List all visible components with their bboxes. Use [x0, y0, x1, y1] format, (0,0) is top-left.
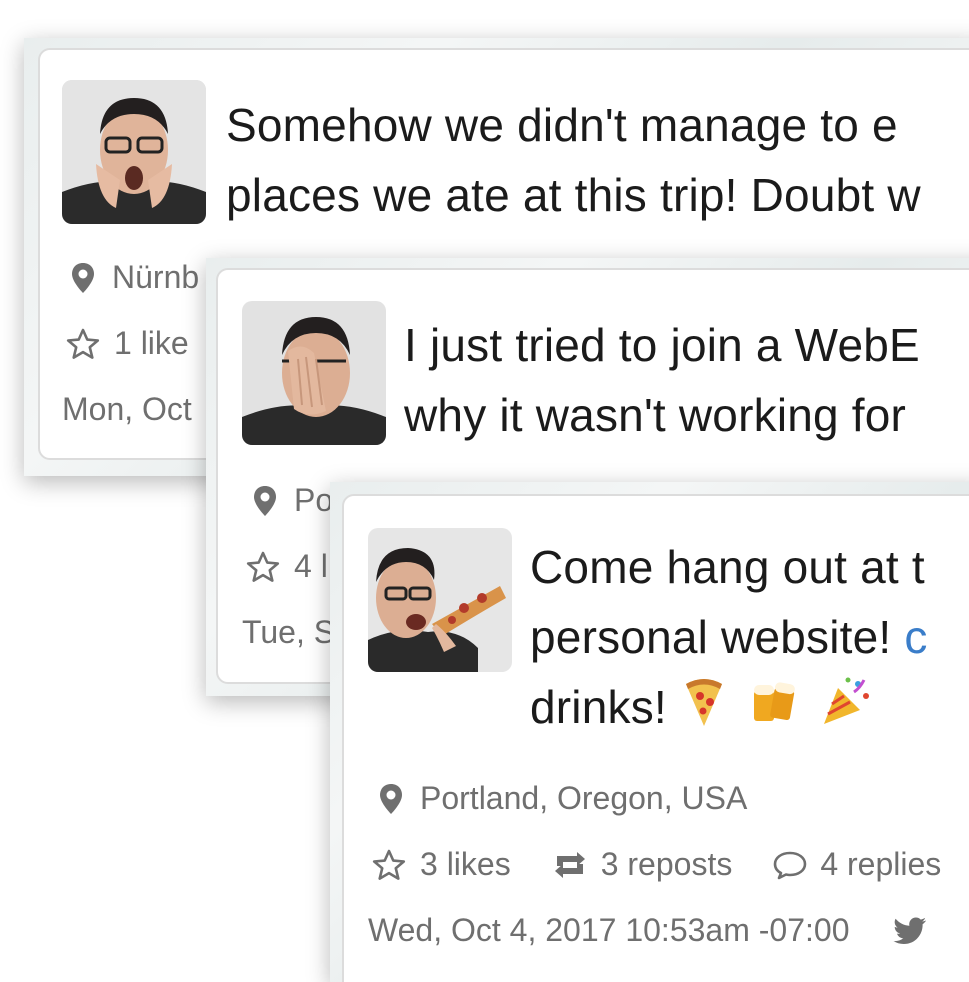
- post-text-line: personal website!: [530, 611, 905, 663]
- reposts-count: 3 reposts: [600, 846, 733, 882]
- location[interactable]: Po: [252, 482, 333, 519]
- likes[interactable]: 4 l: [246, 548, 328, 585]
- avatar[interactable]: [62, 80, 206, 224]
- post-text-line: Somehow we didn't manage to e: [226, 99, 898, 151]
- pizza-emoji: [680, 674, 728, 747]
- post-text-line: I just tried to join a WebE: [404, 319, 920, 371]
- replies[interactable]: 4 replies: [772, 846, 941, 883]
- post-date[interactable]: Tue, S: [242, 614, 335, 651]
- star-icon: [246, 551, 280, 582]
- post-content: I just tried to join a WebE why it wasn'…: [404, 310, 920, 450]
- likes[interactable]: 1 like: [66, 325, 189, 362]
- map-pin-icon: [380, 783, 402, 814]
- post-date-label: Mon, Oct: [62, 391, 192, 427]
- reposts[interactable]: 3 reposts: [551, 846, 733, 883]
- location-label: Po: [294, 482, 334, 518]
- post-card: Come hang out at t personal website! c d…: [342, 494, 969, 982]
- engagement-bar: 3 likes 3 reposts 4 replies: [372, 846, 941, 883]
- star-icon: [372, 849, 406, 880]
- likes-count: 3 likes: [420, 846, 511, 882]
- replies-count: 4 replies: [820, 846, 942, 882]
- location-label: Portland, Oregon, USA: [420, 780, 748, 816]
- post-text-line: Come hang out at t: [530, 541, 925, 593]
- likes[interactable]: 3 likes: [372, 846, 511, 883]
- location[interactable]: Portland, Oregon, USA: [378, 780, 747, 817]
- party-popper-emoji: [820, 674, 872, 747]
- likes-count: 1 like: [114, 325, 189, 361]
- post-link[interactable]: c: [904, 611, 927, 663]
- avatar[interactable]: [368, 528, 512, 672]
- map-pin-icon: [72, 262, 94, 293]
- likes-count: 4 l: [294, 548, 328, 584]
- post-date-label: Wed, Oct 4, 2017 10:53am -07:00: [368, 912, 850, 948]
- post-date-label: Tue, S: [242, 614, 336, 650]
- beer-emoji: [750, 676, 798, 746]
- location-label: Nürnb: [112, 259, 200, 295]
- post-screenshot-3: Come hang out at t personal website! c d…: [330, 482, 969, 982]
- avatar[interactable]: [242, 301, 386, 445]
- location[interactable]: Nürnb: [70, 259, 199, 296]
- star-icon: [66, 328, 100, 359]
- post-text-line: drinks!: [530, 681, 680, 733]
- post-content: Somehow we didn't manage to e places we …: [226, 90, 921, 230]
- post-text-line: why it wasn't working for: [404, 389, 907, 441]
- post-date[interactable]: Mon, Oct: [62, 391, 192, 428]
- reply-bubble-icon: [774, 851, 807, 879]
- post-content: Come hang out at t personal website! c d…: [530, 532, 928, 747]
- post-text-line: places we ate at this trip! Doubt w: [226, 169, 921, 221]
- twitter-icon[interactable]: [893, 917, 927, 945]
- post-date[interactable]: Wed, Oct 4, 2017 10:53am -07:00: [368, 912, 927, 949]
- map-pin-icon: [254, 485, 276, 516]
- repost-icon: [554, 851, 585, 878]
